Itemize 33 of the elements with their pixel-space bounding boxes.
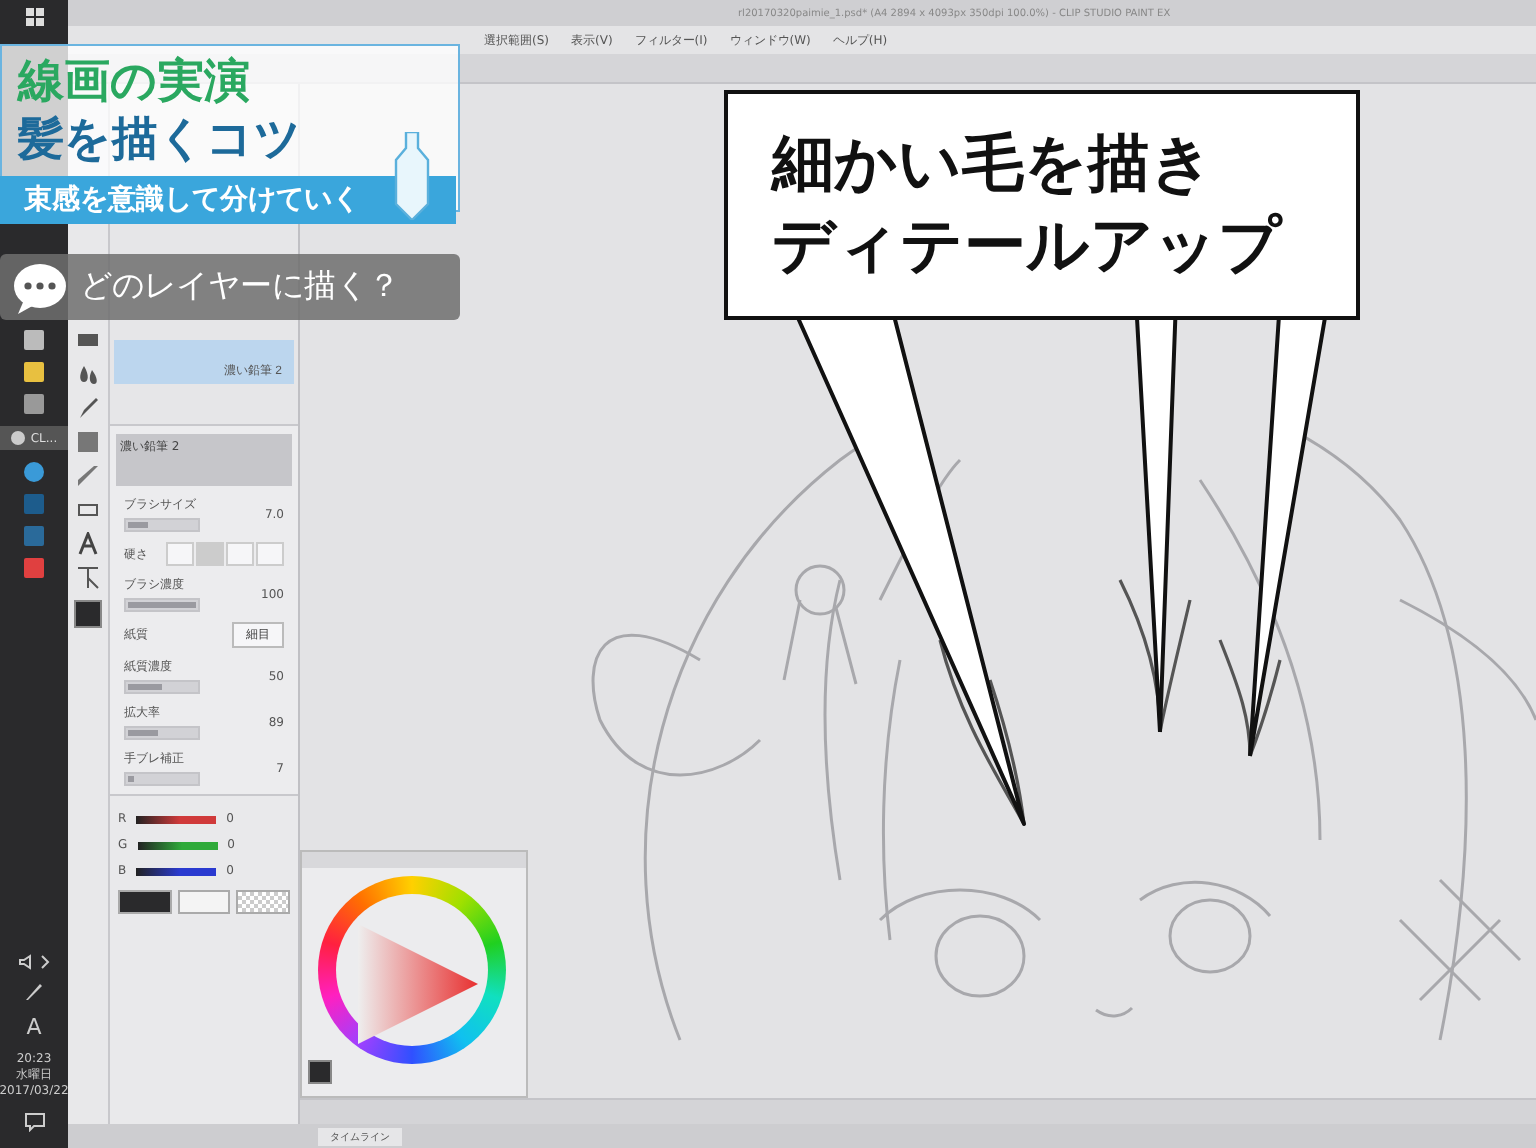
pen-nib-icon xyxy=(392,132,432,220)
slider-track[interactable] xyxy=(124,726,200,740)
pen-icon[interactable] xyxy=(24,981,44,1002)
balloon-text: ディテールアップ xyxy=(772,207,1285,285)
question-text: どのレイヤーに描く？ xyxy=(80,266,400,308)
subtitle-ribbon: 束感を意識して分けていく xyxy=(0,176,456,224)
slider-track[interactable] xyxy=(124,598,200,612)
current-color-swatch[interactable] xyxy=(308,1060,332,1084)
notification-icon[interactable] xyxy=(23,1112,45,1132)
frame-icon[interactable] xyxy=(76,498,100,522)
rectangle-icon[interactable] xyxy=(76,328,100,352)
slider-track[interactable] xyxy=(124,518,200,532)
speaker-icon[interactable] xyxy=(18,953,50,970)
chat-bubble-icon xyxy=(12,261,68,313)
slider-track[interactable] xyxy=(124,680,200,694)
ime-indicator[interactable]: A xyxy=(26,1013,42,1040)
main-color-swatch[interactable] xyxy=(74,600,102,628)
transparent-swatch[interactable] xyxy=(236,890,291,914)
slider-track[interactable] xyxy=(124,772,200,786)
brush-icon[interactable] xyxy=(76,396,100,420)
drops-icon[interactable] xyxy=(76,362,100,386)
balloon-text: 細かい毛を描き xyxy=(772,126,1216,205)
color-slider[interactable] xyxy=(136,867,217,875)
banner-title: 髪を描くコツ xyxy=(18,111,304,169)
banner-title: 線画の実演 xyxy=(18,54,252,112)
globe-icon[interactable] xyxy=(24,462,44,482)
color-slider[interactable] xyxy=(137,841,218,849)
vector-icon[interactable] xyxy=(76,566,100,590)
windows-icon[interactable] xyxy=(25,8,43,26)
color-swatch[interactable] xyxy=(118,890,172,914)
color-swatch[interactable] xyxy=(177,890,231,914)
text-icon[interactable] xyxy=(76,532,100,556)
color-slider[interactable] xyxy=(136,815,217,823)
